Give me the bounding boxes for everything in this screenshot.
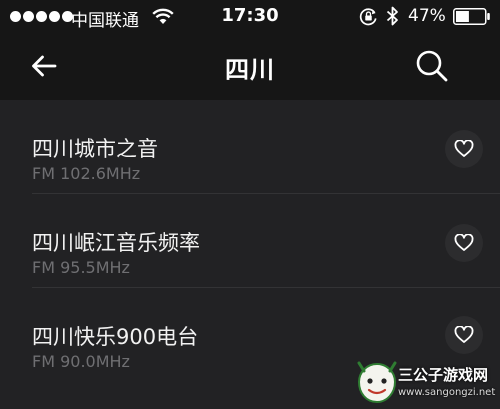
- watermark: 三公子游戏网 www.sangongzi.net: [355, 358, 500, 409]
- favorite-button[interactable]: [445, 130, 483, 168]
- status-bar: 中国联通 17:30 47%: [0, 0, 500, 34]
- favorite-button[interactable]: [445, 224, 483, 262]
- heart-outline-icon: [454, 234, 474, 251]
- search-button[interactable]: [410, 46, 454, 86]
- station-frequency: FM 102.6MHz: [32, 164, 141, 183]
- station-frequency: FM 90.0MHz: [32, 352, 130, 371]
- heart-outline-icon: [454, 140, 474, 157]
- favorite-button[interactable]: [445, 316, 483, 354]
- station-name: 四川城市之音: [32, 137, 158, 161]
- header: 中国联通 17:30 47% 四川: [0, 0, 500, 100]
- station-row[interactable]: 四川岷江音乐频率 FM 95.5MHz: [0, 194, 500, 288]
- watermark-title: 三公子游戏网: [398, 366, 489, 384]
- search-icon: [416, 50, 448, 82]
- station-name: 四川岷江音乐频率: [32, 231, 200, 255]
- battery-icon: [453, 8, 490, 25]
- nav-bar: 四川: [0, 34, 500, 100]
- heart-outline-icon: [454, 326, 474, 343]
- station-row[interactable]: 四川城市之音 FM 102.6MHz: [0, 100, 500, 194]
- station-name: 四川快乐900电台: [32, 325, 199, 349]
- bluetooth-icon: [386, 6, 398, 26]
- site-logo-icon: [357, 361, 397, 404]
- watermark-url: www.sangongzi.net: [398, 387, 496, 398]
- battery-percent: 47%: [408, 6, 446, 26]
- station-frequency: FM 95.5MHz: [32, 258, 130, 277]
- orientation-lock-icon: [359, 8, 377, 26]
- app-screen: 中国联通 17:30 47% 四川 四川城市之音 FM 102.6MHz 四川岷…: [0, 0, 500, 409]
